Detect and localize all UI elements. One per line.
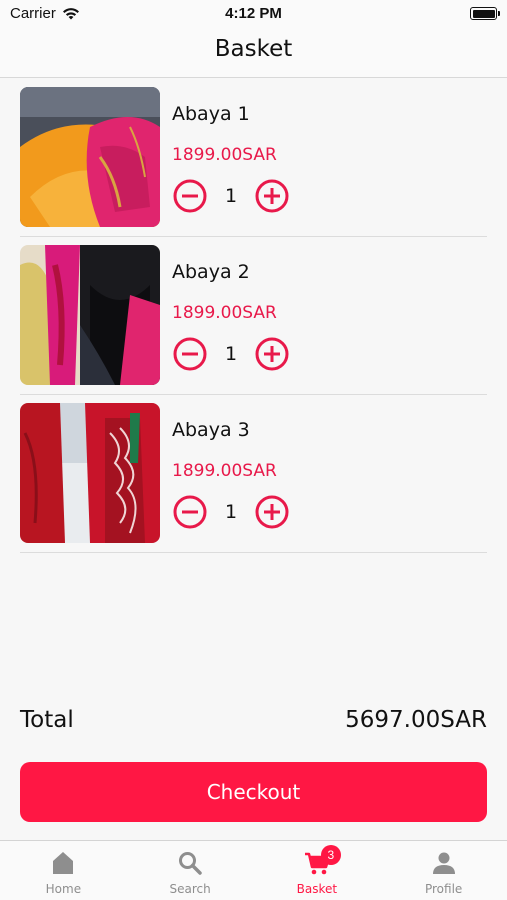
navigation-bar: Basket (0, 28, 507, 78)
status-time: 4:12 PM (225, 5, 282, 22)
item-price: 1899.00SAR (172, 461, 277, 481)
product-image[interactable] (20, 403, 160, 543)
tab-label: Search (169, 882, 211, 896)
checkout-button[interactable]: Checkout (20, 762, 487, 822)
page-title: Basket (214, 36, 293, 62)
decrease-quantity-button[interactable] (172, 178, 208, 214)
status-bar: Carrier 4:12 PM (0, 0, 507, 28)
quantity-stepper: 1 (172, 493, 290, 531)
profile-icon (432, 852, 455, 874)
increase-quantity-button[interactable] (254, 494, 290, 530)
cart-count-badge: 3 (320, 845, 341, 865)
tab-home[interactable]: Home (0, 841, 127, 900)
tab-search[interactable]: Search (127, 841, 254, 900)
tab-label: Basket (296, 882, 338, 896)
product-image[interactable] (20, 245, 160, 385)
basket-item: Abaya 3 1899.00SAR 1 (20, 395, 487, 553)
home-icon (53, 852, 74, 874)
tab-basket[interactable]: Basket 3 (254, 841, 381, 900)
tab-label: Home (45, 882, 82, 896)
item-name: Abaya 1 (172, 103, 250, 125)
total-label: Total (20, 707, 74, 733)
battery-icon (470, 7, 500, 20)
basket-item: Abaya 1 1899.00SAR 1 (20, 79, 487, 237)
quantity-value: 1 (224, 501, 238, 523)
quantity-value: 1 (224, 185, 238, 207)
decrease-quantity-button[interactable] (172, 494, 208, 530)
quantity-stepper: 1 (172, 335, 290, 373)
tab-profile[interactable]: Profile (380, 841, 507, 900)
increase-quantity-button[interactable] (254, 336, 290, 372)
tab-bar: Home Search Basket 3 Profile (0, 840, 507, 900)
quantity-value: 1 (224, 343, 238, 365)
item-name: Abaya 2 (172, 261, 250, 283)
decrease-quantity-button[interactable] (172, 336, 208, 372)
basket-item: Abaya 2 1899.00SAR 1 (20, 237, 487, 395)
quantity-stepper: 1 (172, 177, 290, 215)
total-value: 5697.00SAR (345, 707, 487, 733)
total-row: Total 5697.00SAR (20, 703, 487, 737)
increase-quantity-button[interactable] (254, 178, 290, 214)
tab-label: Profile (424, 882, 463, 896)
item-price: 1899.00SAR (172, 145, 277, 165)
product-image[interactable] (20, 87, 160, 227)
basket-list: Abaya 1 1899.00SAR 1 Abaya 2 1899.00SAR … (20, 79, 487, 553)
search-icon (179, 852, 202, 875)
item-price: 1899.00SAR (172, 303, 277, 323)
item-name: Abaya 3 (172, 419, 250, 441)
